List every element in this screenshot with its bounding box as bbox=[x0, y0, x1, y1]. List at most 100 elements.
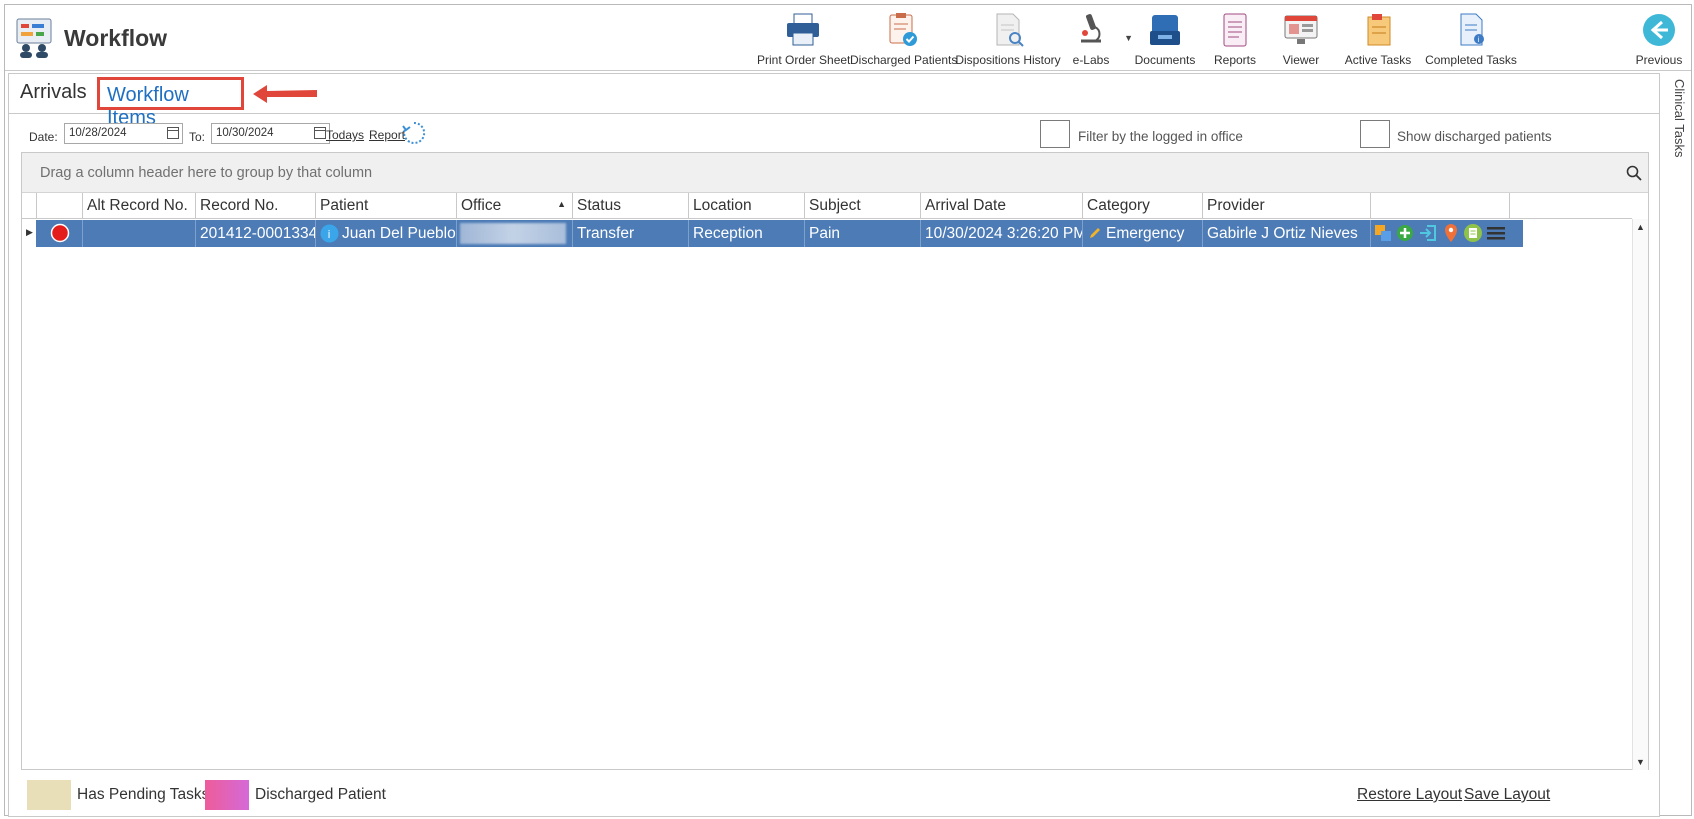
pencil-icon bbox=[1090, 228, 1100, 238]
previous-button[interactable]: Previous bbox=[1629, 9, 1689, 69]
active-tasks-icon bbox=[1367, 14, 1391, 46]
red-alert-dot-icon bbox=[50, 223, 70, 243]
col-patient[interactable]: Patient bbox=[316, 193, 457, 219]
workflow-window: Workflow Print Order Sheet Discharged Pa… bbox=[4, 4, 1692, 817]
show-discharged-checkbox[interactable] bbox=[1360, 120, 1390, 148]
col-office-label: Office bbox=[461, 197, 502, 214]
calendar-icon[interactable] bbox=[314, 127, 326, 139]
pending-tasks-swatch bbox=[27, 780, 71, 810]
col-expander bbox=[22, 193, 37, 219]
dispositions-history-label: Dispositions History bbox=[955, 53, 1061, 67]
e-labs-button[interactable]: e-Labs ▼ bbox=[1063, 9, 1133, 69]
workflow-grid: Drag a column header here to group by th… bbox=[21, 152, 1649, 770]
filter-bar: Date: 10/28/2024 To: 10/30/2024 Todays R… bbox=[9, 118, 1659, 152]
sort-ascending-icon: ▲ bbox=[557, 199, 566, 209]
column-header-row: Alt Record No. Record No. Patient Office… bbox=[22, 193, 1632, 219]
microscope-icon bbox=[1081, 14, 1101, 43]
alt-record-no-cell bbox=[83, 220, 196, 247]
printer-icon bbox=[787, 13, 819, 46]
sign-in-icon[interactable] bbox=[1418, 223, 1438, 243]
date-from-value: 10/28/2024 bbox=[69, 127, 127, 139]
date-from-input[interactable]: 10/28/2024 bbox=[64, 123, 183, 144]
vertical-scrollbar[interactable]: ▲ ▼ bbox=[1632, 219, 1648, 770]
monitor-viewer-icon bbox=[1284, 15, 1318, 44]
col-arrival-date[interactable]: Arrival Date bbox=[921, 193, 1083, 219]
col-actions bbox=[1371, 193, 1510, 219]
col-provider[interactable]: Provider bbox=[1203, 193, 1371, 219]
restore-layout-link[interactable]: Restore Layout bbox=[1357, 786, 1462, 804]
documents-label: Documents bbox=[1134, 53, 1196, 67]
to-label: To: bbox=[189, 130, 206, 144]
refresh-icon[interactable] bbox=[401, 120, 427, 146]
group-by-hint: Drag a column header here to group by th… bbox=[40, 165, 373, 181]
col-location[interactable]: Location bbox=[689, 193, 805, 219]
legend-bar: Has Pending Tasks Discharged Patient Res… bbox=[27, 780, 1677, 810]
todays-link[interactable]: Todays bbox=[326, 128, 364, 142]
inbox-tray-icon bbox=[1150, 15, 1180, 45]
record-no-cell: 201412-0001334 bbox=[196, 220, 316, 247]
col-office[interactable]: Office ▲ bbox=[457, 193, 573, 219]
document-search-icon bbox=[996, 13, 1024, 47]
category-value: Emergency bbox=[1106, 225, 1185, 242]
report-link[interactable]: Report bbox=[369, 128, 405, 142]
row-actions-cell bbox=[1371, 220, 1523, 247]
discharged-patients-label: Discharged Patients bbox=[850, 53, 958, 67]
clipboard-check-icon bbox=[889, 13, 917, 46]
info-icon[interactable]: i bbox=[320, 224, 339, 243]
col-record-no[interactable]: Record No. bbox=[196, 193, 316, 219]
reports-label: Reports bbox=[1213, 53, 1257, 67]
col-category[interactable]: Category bbox=[1083, 193, 1203, 219]
tab-workflow-items[interactable]: Workflow Items bbox=[97, 77, 244, 129]
row-indicator-icon: ▶ bbox=[26, 227, 33, 237]
svg-text:i: i bbox=[1478, 36, 1480, 44]
save-layout-link[interactable]: Save Layout bbox=[1464, 786, 1550, 804]
annotation-arrow-icon bbox=[253, 85, 317, 103]
menu-icon[interactable] bbox=[1486, 223, 1506, 243]
notes-icon[interactable] bbox=[1463, 223, 1483, 243]
location-pin-icon[interactable] bbox=[1443, 223, 1459, 243]
category-cell: Emergency bbox=[1083, 220, 1203, 247]
discharged-patient-swatch bbox=[205, 780, 249, 810]
calendar-icon[interactable] bbox=[167, 127, 179, 139]
office-cell bbox=[457, 220, 573, 247]
main-panel: Arrivals Workflow Items Date: 10/28/2024… bbox=[8, 73, 1660, 817]
col-status[interactable]: Status bbox=[573, 193, 689, 219]
group-by-panel[interactable]: Drag a column header here to group by th… bbox=[22, 153, 1648, 193]
reports-button[interactable]: Reports bbox=[1205, 9, 1265, 69]
search-icon[interactable] bbox=[1626, 165, 1642, 181]
toolbar: Print Order Sheet Discharged Patients Di… bbox=[5, 9, 1691, 69]
date-to-input[interactable]: 10/30/2024 bbox=[211, 123, 330, 144]
col-alt-record-no[interactable]: Alt Record No. bbox=[83, 193, 196, 219]
viewer-label: Viewer bbox=[1282, 53, 1320, 67]
viewer-button[interactable]: Viewer bbox=[1269, 9, 1333, 69]
clinical-tasks-side-tab[interactable]: Clinical Tasks bbox=[1667, 77, 1691, 167]
date-label: Date: bbox=[29, 130, 58, 144]
scroll-up-icon[interactable]: ▲ bbox=[1636, 222, 1645, 232]
table-row[interactable]: 201412-0001334 i Juan Del Pueblo Transfe… bbox=[36, 220, 1523, 247]
completed-tasks-icon: i bbox=[1460, 13, 1484, 46]
tab-bar: Arrivals Workflow Items bbox=[9, 74, 1659, 129]
tab-arrivals[interactable]: Arrivals bbox=[20, 81, 87, 104]
active-tasks-button[interactable]: Active Tasks bbox=[1337, 9, 1419, 69]
completed-tasks-label: Completed Tasks bbox=[1425, 53, 1517, 67]
filter-office-label: Filter by the logged in office bbox=[1078, 129, 1243, 144]
add-icon[interactable] bbox=[1396, 224, 1414, 242]
active-tasks-label: Active Tasks bbox=[1344, 53, 1412, 67]
provider-cell: Gabirle J Ortiz Nieves bbox=[1203, 220, 1371, 247]
documents-button[interactable]: Documents bbox=[1125, 9, 1205, 69]
status-dot-cell bbox=[36, 220, 83, 247]
patient-cell[interactable]: i Juan Del Pueblo bbox=[316, 220, 457, 247]
clinical-tasks-label: Clinical Tasks bbox=[1672, 79, 1687, 158]
show-discharged-label: Show discharged patients bbox=[1397, 129, 1552, 144]
dispositions-history-button[interactable]: Dispositions History bbox=[955, 9, 1061, 69]
svg-text:i: i bbox=[328, 228, 331, 241]
discharged-patients-button[interactable]: Discharged Patients bbox=[850, 9, 958, 69]
filter-office-checkbox[interactable] bbox=[1040, 120, 1070, 148]
completed-tasks-button[interactable]: i Completed Tasks bbox=[1419, 9, 1523, 69]
col-subject[interactable]: Subject bbox=[805, 193, 921, 219]
print-order-sheet-button[interactable]: Print Order Sheet bbox=[757, 9, 850, 69]
transfer-icon[interactable] bbox=[1373, 223, 1393, 243]
scroll-down-icon[interactable]: ▼ bbox=[1636, 757, 1645, 767]
previous-label: Previous bbox=[1635, 53, 1683, 67]
col-indicator[interactable] bbox=[37, 193, 83, 219]
